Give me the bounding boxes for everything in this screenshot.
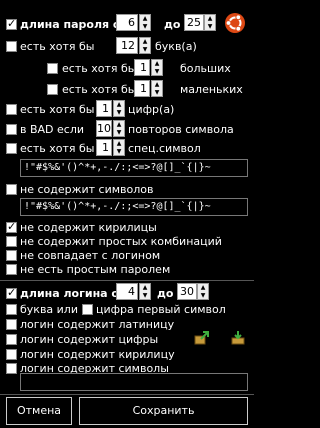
not-contain-chars-input[interactable]: !"#$%&'()^*+,-./:;<=>?@[]_`{|}~: [20, 198, 248, 216]
bad-repeat-suffix: повторов символа: [128, 123, 234, 136]
buttons-divider: [0, 394, 254, 395]
no-simple-combos-checkbox[interactable]: [6, 236, 17, 247]
uppercase-suffix: больших: [180, 62, 231, 75]
login-symbols-checkbox[interactable]: [6, 363, 17, 374]
login-latin-checkbox[interactable]: [6, 319, 17, 330]
login-cyrillic-label: логин содержит кирилицу: [20, 348, 175, 361]
special-suffix: спец.символ: [128, 142, 201, 155]
bad-repeat-spinner[interactable]: ▲ ▼: [113, 120, 125, 137]
login-digits-checkbox[interactable]: [6, 334, 17, 345]
bad-repeat-label: в BAD если: [20, 123, 85, 136]
login-latin-label: логин содержит латиницу: [20, 318, 175, 331]
password-length-checkbox[interactable]: [6, 17, 17, 30]
not-simple-password-label: не есть простым паролем: [20, 263, 171, 276]
letters-suffix: букв(а): [155, 40, 197, 53]
letters-checkbox[interactable]: [6, 41, 17, 52]
digits-count[interactable]: 1: [96, 100, 112, 117]
export-icon[interactable]: [193, 330, 209, 346]
no-simple-combos-label: не содержит простых комбинаций: [20, 235, 222, 248]
login-length-max-spinner[interactable]: ▲ ▼: [197, 283, 209, 300]
bad-repeat-checkbox[interactable]: [6, 124, 17, 135]
digits-suffix: цифр(а): [128, 103, 175, 116]
lowercase-count[interactable]: 1: [134, 80, 150, 97]
section-divider: [0, 280, 254, 281]
digits-label: есть хотя бы: [20, 103, 95, 116]
not-simple-password-checkbox[interactable]: [6, 264, 17, 275]
digit-first-label: цифра первый символ: [96, 303, 226, 316]
not-contain-checkbox[interactable]: [6, 184, 17, 195]
save-button[interactable]: Сохранить: [79, 397, 248, 425]
digit-first-checkbox[interactable]: [82, 304, 93, 315]
login-length-to-label: до: [157, 287, 174, 300]
login-length-min[interactable]: 4: [116, 283, 138, 300]
digits-checkbox[interactable]: [6, 104, 17, 115]
login-digits-label: логин содержит цифры: [20, 333, 159, 346]
special-count-spinner[interactable]: ▲ ▼: [113, 139, 125, 156]
uppercase-label: есть хотя бы: [62, 62, 137, 75]
lowercase-checkbox[interactable]: [47, 84, 58, 95]
letters-count-spinner[interactable]: ▲ ▼: [139, 37, 151, 54]
special-chars-input[interactable]: !"#$%&'()^*+,-./:;<=>?@[]_`{|}~: [20, 159, 248, 177]
uppercase-count-spinner[interactable]: ▲ ▼: [151, 59, 163, 76]
login-length-checkbox[interactable]: [6, 286, 17, 299]
digits-count-spinner[interactable]: ▲ ▼: [113, 100, 125, 117]
password-length-label: длина пароля от: [20, 18, 127, 31]
lowercase-suffix: маленьких: [180, 83, 243, 96]
special-count[interactable]: 1: [96, 139, 112, 156]
login-length-max[interactable]: 30: [177, 283, 197, 300]
password-length-min-spinner[interactable]: ▲ ▼: [139, 14, 151, 31]
letters-count[interactable]: 12: [116, 37, 138, 54]
login-symbols-input[interactable]: [20, 373, 248, 391]
not-match-login-checkbox[interactable]: [6, 250, 17, 261]
cancel-button[interactable]: Отмена: [6, 397, 72, 425]
letter-or-label: буква или: [20, 303, 78, 316]
not-contain-label: не содержит символов: [20, 183, 154, 196]
password-length-min[interactable]: 6: [116, 14, 138, 31]
not-match-login-label: не совпадает с логином: [20, 249, 161, 262]
ubuntu-logo-icon: [224, 12, 246, 34]
password-length-max-spinner[interactable]: ▲ ▼: [204, 14, 216, 31]
login-cyrillic-checkbox[interactable]: [6, 349, 17, 360]
no-cyrillic-label: не содержит кирилицы: [20, 221, 157, 234]
bad-repeat-count[interactable]: 10: [96, 120, 112, 137]
letter-first-checkbox[interactable]: [6, 304, 17, 315]
password-length-to-label: до: [164, 18, 181, 31]
lowercase-label: есть хотя бы: [62, 83, 137, 96]
password-length-max[interactable]: 25: [184, 14, 204, 31]
login-length-min-spinner[interactable]: ▲ ▼: [139, 283, 151, 300]
uppercase-checkbox[interactable]: [47, 63, 58, 74]
special-checkbox[interactable]: [6, 143, 17, 154]
no-cyrillic-checkbox[interactable]: [6, 220, 17, 233]
import-icon[interactable]: [230, 330, 246, 346]
special-label: есть хотя бы: [20, 142, 95, 155]
uppercase-count[interactable]: 1: [134, 59, 150, 76]
login-length-label: длина логина от: [20, 287, 126, 300]
letters-label: есть хотя бы: [20, 40, 95, 53]
lowercase-count-spinner[interactable]: ▲ ▼: [151, 80, 163, 97]
